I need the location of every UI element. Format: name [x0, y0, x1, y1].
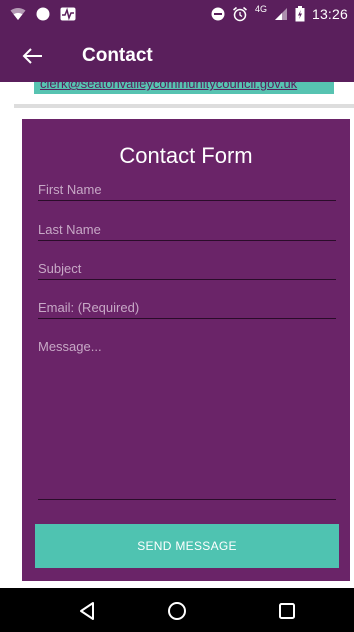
nav-home-button[interactable]	[166, 600, 188, 622]
recent-square-icon	[279, 603, 295, 619]
navigation-bar	[0, 588, 354, 632]
page-title: Contact	[82, 45, 153, 66]
email-link[interactable]: clerk@seatonvalleycommunitycouncil.gov.u…	[34, 82, 334, 94]
battery-icon	[295, 6, 305, 22]
last-name-field[interactable]	[38, 219, 336, 241]
back-triangle-icon	[80, 602, 94, 620]
signal-icon	[274, 8, 287, 20]
email-field[interactable]	[38, 297, 336, 319]
arrow-left-icon	[22, 48, 42, 64]
email-strip: clerk@seatonvalleycommunitycouncil.gov.u…	[0, 82, 354, 104]
status-left-icons	[10, 7, 76, 21]
wifi-icon	[10, 8, 26, 20]
contact-form-card: Contact Form SEND MESSAGE	[22, 119, 350, 581]
network-type-label: 4G	[254, 4, 267, 14]
screen: 4G 13:26 Contact clerk@seatonvalleycommu…	[0, 0, 354, 632]
home-circle-icon	[168, 602, 186, 620]
first-name-field[interactable]	[38, 179, 336, 201]
do-not-disturb-icon	[211, 7, 225, 21]
send-message-button[interactable]: SEND MESSAGE	[35, 524, 339, 568]
back-button[interactable]	[20, 44, 46, 68]
divider	[14, 104, 354, 108]
subject-field[interactable]	[38, 258, 336, 280]
nav-recent-button[interactable]	[276, 600, 298, 622]
circle-icon	[36, 7, 50, 21]
activity-icon	[60, 7, 76, 21]
nav-back-button[interactable]	[77, 600, 99, 622]
form-title: Contact Form	[119, 143, 253, 168]
message-field[interactable]	[38, 338, 336, 500]
app-bar: Contact	[0, 30, 354, 82]
status-bar: 4G 13:26	[0, 0, 354, 30]
alarm-icon	[232, 6, 247, 22]
status-time: 13:26	[311, 6, 348, 22]
status-right-icons: 4G 13:26	[211, 4, 348, 22]
